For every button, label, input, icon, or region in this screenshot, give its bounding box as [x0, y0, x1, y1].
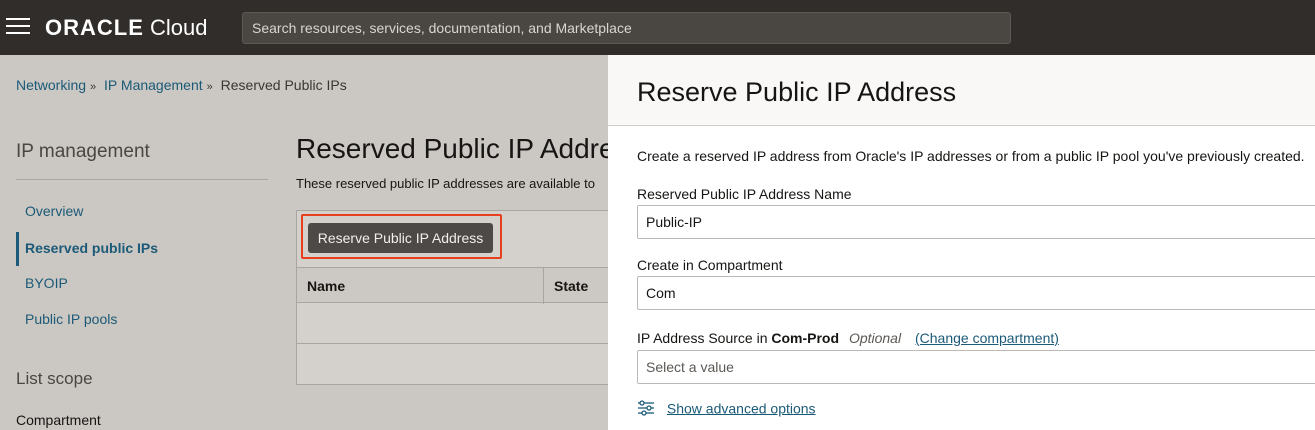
panel-header: Reserve Public IP Address — [608, 55, 1315, 126]
sidebar-divider — [16, 179, 268, 180]
compartment-filter-label: Compartment — [16, 412, 101, 428]
breadcrumb-networking[interactable]: Networking — [16, 77, 86, 93]
background-page: Networking» IP Management» Reserved Publ… — [0, 55, 672, 430]
page-description: These reserved public IP addresses are a… — [296, 176, 595, 191]
change-compartment-link[interactable]: (Change compartment) — [915, 330, 1059, 346]
breadcrumb: Networking» IP Management» Reserved Publ… — [16, 77, 347, 93]
sidebar-item-byoip[interactable]: BYOIP — [25, 275, 68, 291]
reserve-ip-panel: Reserve Public IP Address Create a reser… — [608, 55, 1315, 430]
sidebar-item-overview[interactable]: Overview — [25, 203, 83, 219]
breadcrumb-separator: » — [90, 81, 97, 93]
table-header: Name State — [297, 267, 609, 304]
ip-source-select[interactable]: Select a value — [637, 350, 1315, 384]
hamburger-menu-icon[interactable] — [6, 18, 30, 36]
ip-source-compartment: Com-Prod — [771, 330, 840, 346]
compartment-select[interactable]: Com — [637, 276, 1315, 310]
table-row — [297, 304, 609, 344]
oracle-cloud-logo[interactable]: ORACLE Cloud — [45, 15, 208, 41]
ip-name-input[interactable]: Public-IP — [637, 205, 1315, 239]
sliders-icon — [638, 400, 654, 416]
ip-source-label-prefix: IP Address Source in — [637, 330, 768, 346]
reserve-public-ip-button[interactable]: Reserve Public IP Address — [308, 223, 493, 253]
sidebar-title: IP management — [16, 141, 150, 162]
show-advanced-options-link[interactable]: Show advanced options — [637, 399, 816, 416]
breadcrumb-ip-management[interactable]: IP Management — [104, 77, 203, 93]
breadcrumb-separator: » — [206, 81, 213, 93]
name-field-label: Reserved Public IP Address Name — [637, 186, 852, 202]
global-search-input[interactable]: Search resources, services, documentatio… — [242, 12, 1011, 44]
optional-tag: Optional — [848, 330, 902, 346]
brand-oracle: ORACLE — [45, 15, 144, 40]
sidebar-item-public-ip-pools[interactable]: Public IP pools — [25, 311, 117, 327]
sidebar-active-indicator — [16, 232, 19, 266]
panel-intro-text: Create a reserved IP address from Oracle… — [637, 148, 1305, 164]
column-divider — [543, 268, 544, 304]
column-header-name[interactable]: Name — [307, 278, 345, 294]
list-scope-heading: List scope — [16, 369, 93, 388]
breadcrumb-current: Reserved Public IPs — [220, 77, 347, 93]
reserved-ips-table: Reserve Public IP Address Name State — [296, 210, 609, 385]
column-header-state[interactable]: State — [554, 278, 588, 294]
compartment-field-label: Create in Compartment — [637, 257, 783, 273]
ip-source-field-label: IP Address Source in Com-Prod Optional (… — [637, 330, 1059, 346]
show-advanced-options-label: Show advanced options — [666, 400, 816, 417]
panel-title: Reserve Public IP Address — [637, 77, 957, 107]
brand-cloud: Cloud — [150, 15, 208, 40]
top-bar: ORACLE Cloud Search resources, services,… — [0, 0, 1315, 55]
sidebar-item-reserved-public-ips[interactable]: Reserved public IPs — [25, 240, 158, 256]
redaction-mask — [675, 280, 735, 306]
